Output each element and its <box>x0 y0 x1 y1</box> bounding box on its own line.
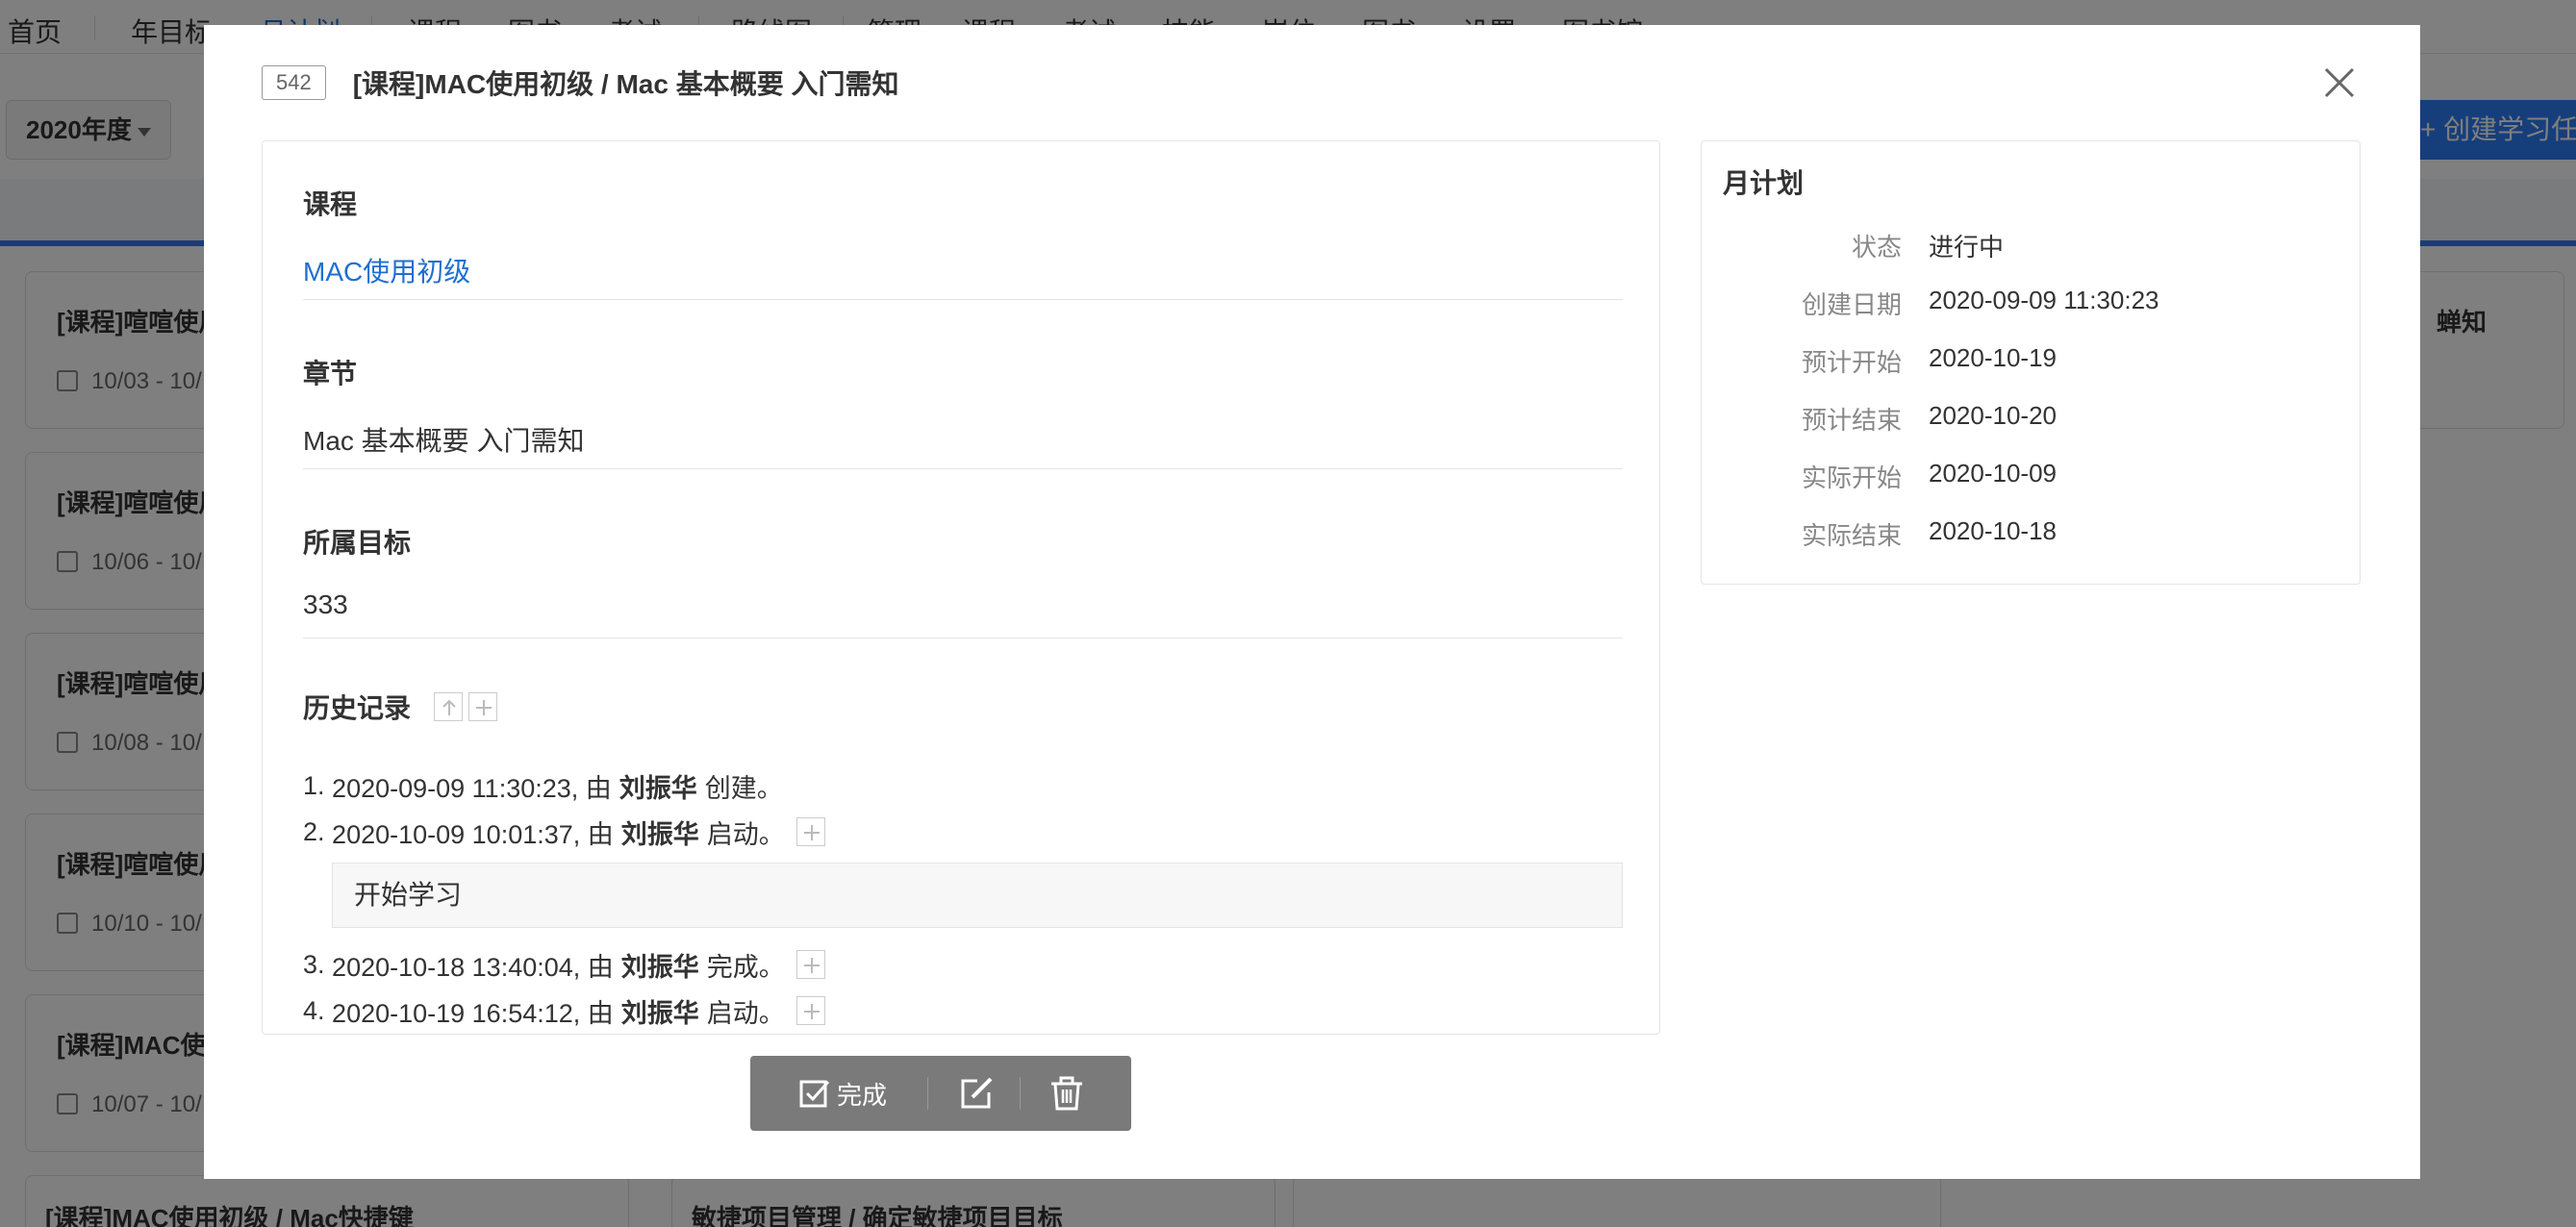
history-label: 历史记录 <box>303 693 412 723</box>
plan-value: 2020-10-09 <box>1929 459 2057 488</box>
plan-value: 进行中 <box>1929 233 2005 262</box>
plan-key: 创建日期 <box>1801 290 1902 319</box>
plan-row-actual-end: 实际结束 2020-10-18 <box>1702 516 2361 555</box>
finish-label: 完成 <box>837 1080 888 1110</box>
task-detail-panel: 课程 MAC使用初级 章节 Mac 基本概要 入门需知 所属目标 333 历史记… <box>262 140 1660 1035</box>
goal-value: 333 <box>303 589 348 619</box>
expand-icon[interactable] <box>796 950 825 979</box>
history-action: 启动。 <box>706 998 785 1028</box>
task-id-badge: 542 <box>262 65 326 100</box>
plan-title: 月计划 <box>1723 168 1805 198</box>
edit-icon <box>961 1077 993 1109</box>
course-label: 课程 <box>303 189 358 219</box>
history-item: 2. 2020-10-09 10:01:37, 由 刘振华 启动。 <box>303 809 1623 855</box>
finish-button[interactable]: 完成 <box>798 1056 887 1131</box>
history-item: 1. 2020-09-09 11:30:23, 由 刘振华 创建。 <box>303 763 1623 809</box>
history-time: 2020-10-18 13:40:04, 由 <box>332 952 614 982</box>
delete-button[interactable] <box>1048 1056 1085 1131</box>
history-user: 刘振华 <box>620 819 699 849</box>
history-action: 创建。 <box>704 773 783 803</box>
modal-header: 542 [课程]MAC使用初级 / Mac 基本概要 入门需知 <box>262 62 899 104</box>
plan-row-planned-end: 预计结束 2020-10-20 <box>1702 401 2361 439</box>
history-item: 3. 2020-10-18 13:40:04, 由 刘振华 完成。 <box>303 941 1623 988</box>
divider <box>303 468 1623 469</box>
history-time: 2020-10-09 10:01:37, 由 <box>332 819 614 849</box>
chapter-value: Mac 基本概要 入门需知 <box>303 426 585 456</box>
goal-section: 所属目标 333 <box>303 522 1623 620</box>
plan-value: 2020-09-09 11:30:23 <box>1929 286 2159 314</box>
plan-key: 实际结束 <box>1801 521 1902 550</box>
expand-icon[interactable] <box>796 817 825 846</box>
collapse-up-icon[interactable] <box>434 692 464 721</box>
history-action: 完成。 <box>706 952 785 982</box>
plan-value: 2020-10-20 <box>1929 401 2057 430</box>
toolbar-separator <box>927 1077 928 1110</box>
history-action: 启动。 <box>706 819 785 849</box>
plan-value: 2020-10-18 <box>1929 516 2057 545</box>
plan-value: 2020-10-19 <box>1929 343 2057 372</box>
edit-button[interactable] <box>958 1056 995 1131</box>
checkbox-icon <box>799 1080 830 1108</box>
divider <box>303 638 1623 639</box>
goal-label: 所属目标 <box>303 528 412 558</box>
plan-info-panel: 月计划 状态 进行中 创建日期 2020-09-09 11:30:23 预计开始… <box>1701 140 2361 585</box>
plan-key: 预计开始 <box>1801 348 1902 377</box>
course-link[interactable]: MAC使用初级 <box>303 251 1623 289</box>
plan-row-planned-start: 预计开始 2020-10-19 <box>1702 343 2361 382</box>
history-list: 1. 2020-09-09 11:30:23, 由 刘振华 创建。 2. 202… <box>303 763 1623 1034</box>
plan-key: 状态 <box>1851 233 1902 262</box>
toolbar-separator <box>1020 1077 1021 1110</box>
history-user: 刘振华 <box>620 998 699 1028</box>
history-num: 2. <box>303 816 325 846</box>
history-header: 历史记录 <box>303 688 1623 726</box>
task-detail-modal: 542 [课程]MAC使用初级 / Mac 基本概要 入门需知 课程 MAC使用… <box>204 25 2420 1179</box>
plan-row-actual-start: 实际开始 2020-10-09 <box>1702 459 2361 497</box>
history-num: 3. <box>303 949 325 979</box>
expand-icon[interactable] <box>796 996 825 1025</box>
modal-title: [课程]MAC使用初级 / Mac 基本概要 入门需知 <box>352 69 899 99</box>
plan-key: 预计结束 <box>1801 406 1902 435</box>
plan-row-created: 创建日期 2020-09-09 11:30:23 <box>1702 286 2361 324</box>
history-user: 刘振华 <box>620 952 699 982</box>
plan-row-status: 状态 进行中 <box>1702 228 2361 266</box>
expand-all-icon[interactable] <box>468 692 498 721</box>
chapter-label: 章节 <box>303 359 358 388</box>
chapter-section: 章节 Mac 基本概要 入门需知 <box>303 353 1623 459</box>
history-time: 2020-10-19 16:54:12, 由 <box>332 998 614 1028</box>
history-time: 2020-09-09 11:30:23, 由 <box>332 773 612 803</box>
history-num: 4. <box>303 995 325 1025</box>
course-section: 课程 MAC使用初级 <box>303 184 1623 289</box>
close-icon[interactable] <box>2320 63 2359 102</box>
history-num: 1. <box>303 770 325 800</box>
action-toolbar: 完成 <box>750 1056 1131 1131</box>
history-user: 刘振华 <box>619 773 697 803</box>
trash-icon <box>1051 1076 1082 1111</box>
history-item: 4. 2020-10-19 16:54:12, 由 刘振华 启动。 <box>303 988 1623 1034</box>
divider <box>303 299 1623 300</box>
history-note: 开始学习 <box>332 863 1623 928</box>
plan-key: 实际开始 <box>1801 463 1902 492</box>
